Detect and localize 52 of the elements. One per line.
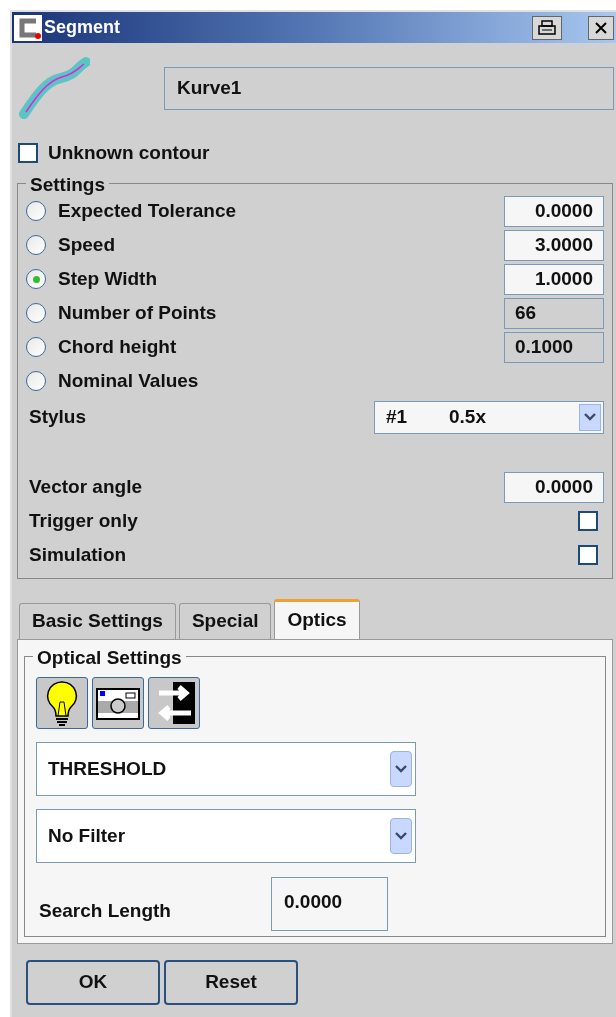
option-label: Nominal Values bbox=[58, 368, 200, 393]
checkbox-label: Unknown contour bbox=[48, 140, 210, 165]
camera-icon bbox=[96, 685, 140, 721]
checkbox[interactable] bbox=[578, 545, 598, 565]
close-icon bbox=[594, 20, 608, 35]
printer-icon bbox=[538, 19, 556, 36]
value-field[interactable]: 3.0000 bbox=[504, 229, 604, 261]
dropdown[interactable]: THRESHOLD bbox=[36, 742, 416, 796]
stylus-value: 0.5x bbox=[449, 404, 487, 429]
stylus-label: Stylus bbox=[28, 404, 88, 429]
dropdown-caret-icon[interactable] bbox=[390, 751, 412, 787]
option-label: Chord height bbox=[58, 334, 178, 359]
tab[interactable]: Basic Settings bbox=[19, 603, 176, 639]
radio-button[interactable] bbox=[26, 371, 46, 391]
window-title: Segment bbox=[44, 16, 122, 39]
value-field[interactable]: 1.0000 bbox=[504, 263, 604, 295]
checkbox[interactable] bbox=[578, 511, 598, 531]
dropdown[interactable]: No Filter bbox=[36, 809, 416, 863]
option-label: Step Width bbox=[58, 266, 159, 291]
radio-button[interactable] bbox=[26, 201, 46, 221]
light-button[interactable] bbox=[36, 677, 88, 729]
checkbox[interactable] bbox=[18, 143, 38, 163]
search-length-field[interactable]: 0.0000 bbox=[271, 877, 388, 931]
dropdown-caret-icon[interactable] bbox=[390, 818, 412, 854]
tab[interactable]: Special bbox=[178, 603, 272, 639]
value-field[interactable]: 0.0000 bbox=[504, 195, 604, 227]
stylus-dropdown[interactable]: #1 0.5x bbox=[374, 400, 604, 434]
dialog-button[interactable]: Reset bbox=[164, 960, 298, 1005]
option-label: Speed bbox=[58, 232, 117, 257]
camera-button[interactable] bbox=[92, 677, 144, 729]
print-button[interactable] bbox=[532, 15, 562, 40]
app-logo-icon bbox=[14, 14, 42, 41]
radio-button[interactable] bbox=[26, 269, 46, 289]
value-field[interactable]: 0.0000 bbox=[504, 471, 604, 503]
radio-button[interactable] bbox=[26, 235, 46, 255]
checkbox-label: Simulation bbox=[28, 542, 128, 567]
dialog-button[interactable]: OK bbox=[26, 960, 160, 1005]
search-length-label: Search Length bbox=[38, 898, 172, 923]
dropdown-caret-icon[interactable] bbox=[579, 403, 601, 431]
close-button[interactable] bbox=[588, 15, 614, 40]
dropdown-value: No Filter bbox=[48, 823, 127, 848]
dropdown-value: THRESHOLD bbox=[48, 756, 168, 781]
option-label: Expected Tolerance bbox=[58, 198, 238, 223]
vector-angle-label: Vector angle bbox=[28, 474, 143, 499]
name-field[interactable]: Kurve1 bbox=[164, 66, 614, 110]
checkbox-label: Trigger only bbox=[28, 508, 139, 533]
stylus-number: #1 bbox=[386, 404, 409, 429]
curve-icon bbox=[16, 56, 90, 120]
option-label: Number of Points bbox=[58, 300, 218, 325]
tab[interactable]: Optics bbox=[274, 599, 360, 639]
swap-button[interactable] bbox=[148, 677, 200, 729]
light-bulb-icon bbox=[45, 680, 79, 726]
